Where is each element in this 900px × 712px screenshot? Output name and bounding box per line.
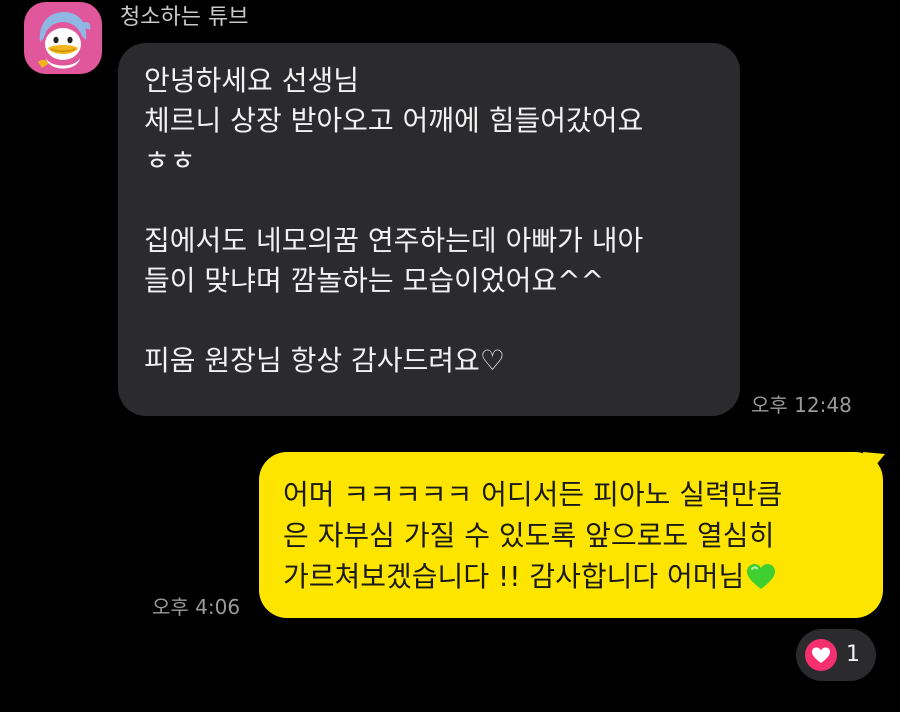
bubble-tail [863,452,885,476]
message-line: 들이 맞냐며 깜놀하는 모습이었어요^^ [144,264,605,297]
heart-icon [805,639,837,671]
reaction-badge[interactable]: 1 [796,629,876,681]
message-line: 피움 원장님 항상 감사드려요♡ [144,344,505,377]
message-line [144,301,716,341]
incoming-message-bubble[interactable]: 안녕하세요 선생님 체르니 상장 받아오고 어깨에 힘들어갔어요 ㅎㅎ 집에서도… [118,43,740,416]
message-line-with-emoji: 가르쳐보겠습니다 !! 감사합니다 어머님 [283,556,863,597]
message-line: 어머 ㅋㅋㅋㅋㅋ 어디서든 피아노 실력만큼 [283,478,783,511]
message-line: 집에서도 네모의꿈 연주하는데 아빠가 내아 [144,224,644,257]
message-line: 안녕하세요 선생님 [144,64,359,97]
reaction-count: 1 [846,642,860,667]
outgoing-message: 어머 ㅋㅋㅋㅋㅋ 어디서든 피아노 실력만큼 은 자부심 가질 수 있도록 앞으… [259,452,885,618]
tube-duck-avatar-icon [38,12,91,69]
sender-name: 청소하는 튜브 [120,5,249,30]
green-heart-icon [747,564,776,589]
outgoing-message-time: 오후 4:06 [152,595,241,619]
message-line [144,181,716,221]
incoming-message-time: 오후 12:48 [751,393,852,417]
message-line: 체르니 상장 받아오고 어깨에 힘들어갔어요 [144,104,644,137]
outgoing-message-bubble[interactable]: 어머 ㅋㅋㅋㅋㅋ 어디서든 피아노 실력만큼 은 자부심 가질 수 있도록 앞으… [259,452,883,618]
sender-avatar[interactable] [24,2,102,74]
message-line: 은 자부심 가질 수 있도록 앞으로도 열심히 [283,519,775,552]
message-line: 가르쳐보겠습니다 !! 감사합니다 어머님 [283,560,745,593]
message-line: ㅎㅎ [144,144,196,177]
